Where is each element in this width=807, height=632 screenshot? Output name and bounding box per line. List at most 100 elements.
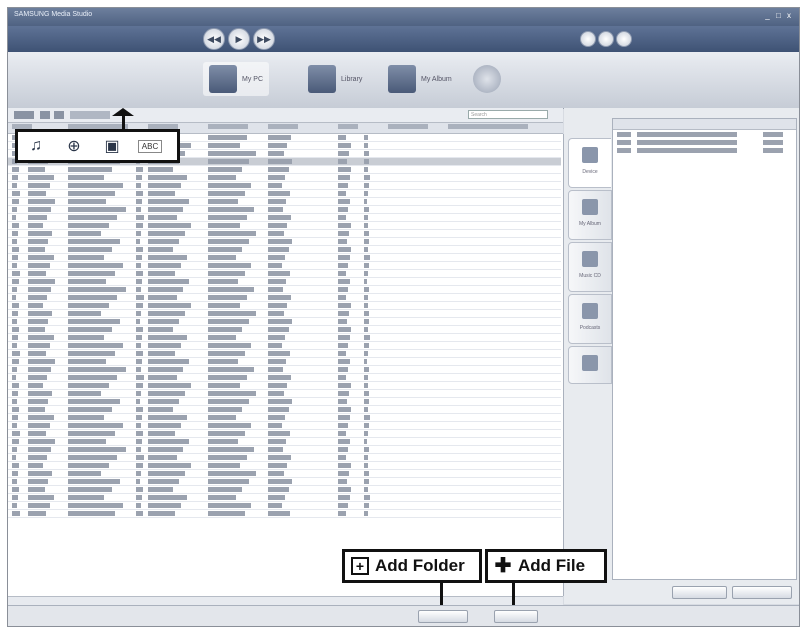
table-row[interactable]	[8, 422, 561, 430]
table-row[interactable]	[8, 390, 561, 398]
table-cell	[148, 223, 191, 228]
search-input[interactable]: Search	[468, 110, 548, 119]
table-row[interactable]	[8, 358, 561, 366]
table-cell	[338, 311, 349, 316]
table-row[interactable]	[8, 414, 561, 422]
table-row[interactable]	[8, 430, 561, 438]
add-file-callout[interactable]: ✚ Add File	[485, 549, 607, 583]
table-row[interactable]	[8, 350, 561, 358]
device-tab-device[interactable]: Device	[568, 138, 611, 188]
table-cell	[338, 423, 348, 428]
device-file-list[interactable]	[612, 118, 797, 580]
table-row[interactable]	[8, 326, 561, 334]
table-row[interactable]	[8, 318, 561, 326]
column-header[interactable]	[338, 124, 358, 129]
table-row[interactable]	[8, 198, 561, 206]
table-row[interactable]	[8, 462, 561, 470]
table-row[interactable]	[8, 294, 561, 302]
table-row[interactable]	[8, 270, 561, 278]
table-row[interactable]	[8, 510, 561, 518]
list-item[interactable]	[613, 131, 796, 138]
tab-disc[interactable]	[473, 62, 501, 96]
add-file-button[interactable]	[494, 610, 538, 623]
previous-button[interactable]: ◀◀	[203, 28, 225, 50]
table-row[interactable]	[8, 222, 561, 230]
device-tab-album[interactable]: My Album	[568, 190, 612, 240]
table-cell	[268, 439, 286, 444]
play-button[interactable]: ▶	[228, 28, 250, 50]
table-row[interactable]	[8, 454, 561, 462]
table-row[interactable]	[8, 278, 561, 286]
mode-button-1[interactable]	[580, 31, 596, 47]
device-action-button[interactable]	[732, 586, 792, 599]
table-row[interactable]	[8, 262, 561, 270]
album-view-icon[interactable]: ▣	[100, 136, 124, 156]
column-header[interactable]	[208, 124, 248, 129]
table-row[interactable]	[8, 502, 561, 510]
table-row[interactable]	[8, 182, 561, 190]
table-row[interactable]	[8, 478, 561, 486]
table-row[interactable]	[8, 238, 561, 246]
add-folder-button[interactable]	[418, 610, 468, 623]
table-row[interactable]	[8, 470, 561, 478]
table-row[interactable]	[8, 406, 561, 414]
table-row[interactable]	[8, 374, 561, 382]
table-cell	[338, 135, 346, 140]
table-row[interactable]	[8, 302, 561, 310]
table-row[interactable]	[8, 214, 561, 222]
table-row[interactable]	[8, 310, 561, 318]
table-row[interactable]	[8, 382, 561, 390]
table-row[interactable]	[8, 254, 561, 262]
device-tab-podcasts[interactable]: Podcasts	[568, 294, 612, 344]
tab-library[interactable]: Library	[308, 62, 362, 96]
table-cell	[338, 143, 351, 148]
list-item[interactable]	[613, 139, 796, 146]
column-header[interactable]	[448, 124, 528, 129]
next-button[interactable]: ▶▶	[253, 28, 275, 50]
table-row[interactable]	[8, 246, 561, 254]
toolbar-button-1[interactable]	[14, 111, 34, 119]
table-row[interactable]	[8, 446, 561, 454]
table-row[interactable]	[8, 286, 561, 294]
table-row[interactable]	[8, 206, 561, 214]
table-cell	[136, 287, 141, 292]
table-row[interactable]	[8, 366, 561, 374]
device-tab-music-cd[interactable]: Music CD	[568, 242, 612, 292]
table-row[interactable]	[8, 438, 561, 446]
device-tab-sync[interactable]	[568, 346, 612, 384]
music-view-icon[interactable]: ♫	[24, 136, 48, 156]
table-row[interactable]	[8, 334, 561, 342]
device-action-button[interactable]	[672, 586, 727, 599]
mode-button-2[interactable]	[598, 31, 614, 47]
toolbar-button-3[interactable]	[54, 111, 64, 119]
tab-my-pc[interactable]: My PC	[203, 62, 269, 96]
table-row[interactable]	[8, 174, 561, 182]
table-row[interactable]	[8, 494, 561, 502]
table-row[interactable]	[8, 190, 561, 198]
table-cell	[12, 327, 19, 332]
table-cell	[364, 423, 369, 428]
toolbar-button-2[interactable]	[40, 111, 50, 119]
table-cell	[208, 423, 251, 428]
table-row[interactable]	[8, 398, 561, 406]
table-cell	[208, 479, 249, 484]
horizontal-scrollbar[interactable]	[8, 596, 563, 605]
window-controls[interactable]: _ □ x	[765, 11, 793, 20]
mode-button-3[interactable]	[616, 31, 632, 47]
add-folder-callout[interactable]: + Add Folder	[342, 549, 482, 583]
file-list[interactable]	[8, 134, 564, 596]
table-row[interactable]	[8, 166, 561, 174]
list-item[interactable]	[613, 147, 796, 154]
column-header[interactable]	[388, 124, 428, 129]
globe-icon[interactable]: ⊕	[62, 136, 86, 156]
table-cell	[208, 143, 240, 148]
table-cell	[364, 135, 368, 140]
table-row[interactable]	[8, 342, 561, 350]
table-row[interactable]	[8, 230, 561, 238]
table-cell	[364, 303, 368, 308]
tab-my-album[interactable]: My Album	[388, 62, 452, 96]
column-header[interactable]	[268, 124, 298, 129]
keypad-icon[interactable]: ABC	[137, 136, 163, 156]
table-cell	[136, 447, 141, 452]
table-row[interactable]	[8, 486, 561, 494]
